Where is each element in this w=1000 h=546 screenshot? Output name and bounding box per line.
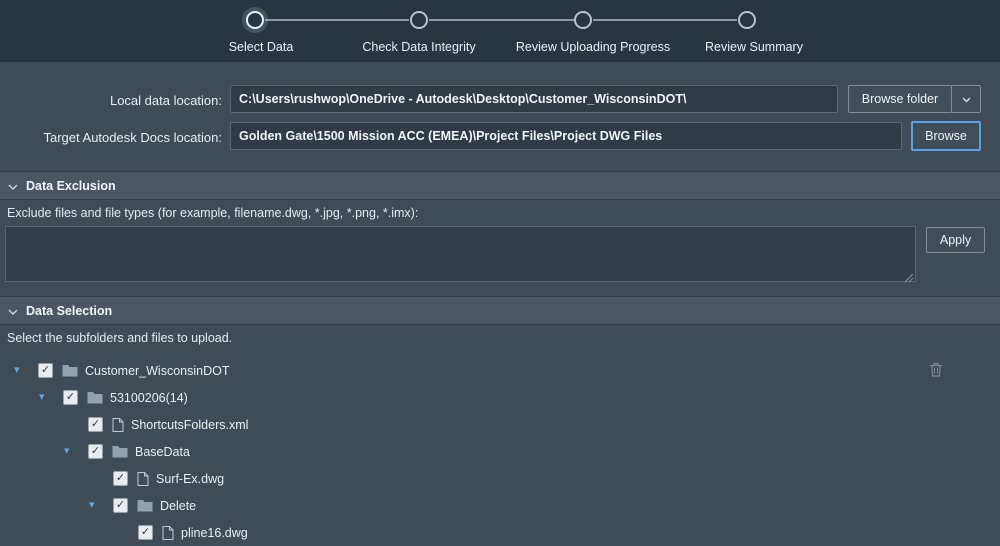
collapse-chevron-icon[interactable]: [8, 304, 18, 318]
expander-down-icon[interactable]: ▾: [64, 446, 70, 457]
folder-icon: [112, 445, 128, 458]
tree-row[interactable]: ▾ ✓ BaseData: [0, 438, 1000, 465]
expander-down-icon[interactable]: ▾: [14, 365, 20, 376]
step-circle-review-summary: [738, 11, 756, 29]
target-docs-location-input[interactable]: [230, 122, 902, 150]
checkbox[interactable]: ✓: [88, 417, 103, 432]
trash-icon[interactable]: [928, 362, 944, 378]
step-label-review-uploading-progress: Review Uploading Progress: [515, 40, 671, 54]
selection-hint-text: Select the subfolders and files to uploa…: [7, 331, 233, 345]
checkbox[interactable]: ✓: [113, 471, 128, 486]
checkbox[interactable]: ✓: [88, 444, 103, 459]
tree-item-label: Customer_WisconsinDOT: [85, 363, 230, 378]
step-circle-select-data: [246, 11, 264, 29]
tree-item-label: 53100206(14): [110, 390, 188, 405]
step-label-select-data: Select Data: [228, 40, 294, 54]
tree-item-label: pline16.dwg: [181, 525, 248, 540]
exclude-hint-text: Exclude files and file types (for exampl…: [7, 206, 419, 220]
location-section: Local data location: Browse folder Targe…: [0, 62, 1000, 171]
browse-folder-button[interactable]: Browse folder: [848, 85, 952, 113]
check-icon: ✓: [115, 499, 126, 511]
chevron-down-icon: [962, 92, 971, 106]
check-icon: ✓: [90, 445, 101, 457]
step-label-check-data-integrity: Check Data Integrity: [362, 40, 476, 54]
data-exclusion-title: Data Exclusion: [26, 178, 116, 193]
browse-button[interactable]: Browse: [911, 121, 981, 151]
checkbox[interactable]: ✓: [113, 498, 128, 513]
tree-item-label: BaseData: [135, 444, 190, 459]
folder-icon: [62, 364, 78, 377]
collapse-chevron-icon[interactable]: [8, 179, 18, 193]
file-icon: [112, 417, 124, 432]
tree-row[interactable]: ▾ ✓ 53100206(14): [0, 384, 1000, 411]
tree-row[interactable]: ✓ ShortcutsFolders.xml: [0, 411, 1000, 438]
exclude-input[interactable]: [5, 226, 916, 282]
folder-icon: [87, 391, 103, 404]
step-circle-check-data-integrity: [410, 11, 428, 29]
check-icon: ✓: [65, 391, 76, 403]
data-exclusion-header[interactable]: Data Exclusion: [0, 171, 1000, 200]
check-icon: ✓: [115, 472, 126, 484]
browse-folder-menu-button[interactable]: [951, 85, 981, 113]
step-circle-review-uploading-progress: [574, 11, 592, 29]
tree-row[interactable]: ✓ Surf-Ex.dwg: [0, 465, 1000, 492]
step-connector: [429, 19, 574, 21]
apply-button[interactable]: Apply: [926, 227, 985, 253]
tree-item-label: Surf-Ex.dwg: [156, 471, 225, 486]
check-icon: ✓: [40, 364, 51, 376]
target-docs-location-label: Target Autodesk Docs location:: [43, 130, 223, 145]
tree-item-label: ShortcutsFolders.xml: [131, 417, 249, 432]
check-icon: ✓: [140, 526, 151, 538]
local-data-location-label: Local data location:: [109, 93, 222, 108]
checkbox[interactable]: ✓: [38, 363, 53, 378]
folder-icon: [137, 499, 153, 512]
step-connector: [593, 19, 737, 21]
local-data-location-input[interactable]: [230, 85, 838, 113]
file-icon: [137, 471, 149, 486]
checkbox[interactable]: ✓: [138, 525, 153, 540]
checkbox[interactable]: ✓: [63, 390, 78, 405]
expander-down-icon[interactable]: ▾: [39, 392, 45, 403]
upload-wizard-window: Select Data Check Data Integrity Review …: [0, 0, 1000, 546]
step-label-review-summary: Review Summary: [705, 40, 803, 54]
stepper-bar: Select Data Check Data Integrity Review …: [0, 0, 1000, 62]
step-connector: [265, 19, 409, 21]
tree-item-label: Delete: [160, 498, 197, 513]
tree-row[interactable]: ▾ ✓ Delete: [0, 492, 1000, 519]
expander-down-icon[interactable]: ▾: [89, 500, 95, 511]
data-selection-header[interactable]: Data Selection: [0, 296, 1000, 325]
check-icon: ✓: [90, 418, 101, 430]
tree-row[interactable]: ▾ ✓ Customer_WisconsinDOT: [0, 357, 1000, 384]
file-icon: [162, 525, 174, 540]
data-selection-title: Data Selection: [26, 303, 113, 318]
tree-row[interactable]: ✓ pline16.dwg: [0, 519, 1000, 546]
